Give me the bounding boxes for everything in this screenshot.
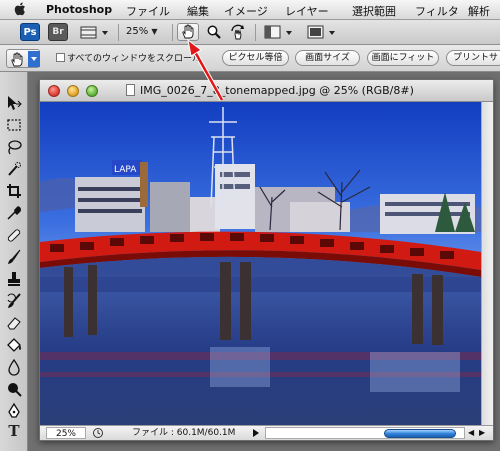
annotation-arrow	[187, 38, 224, 102]
